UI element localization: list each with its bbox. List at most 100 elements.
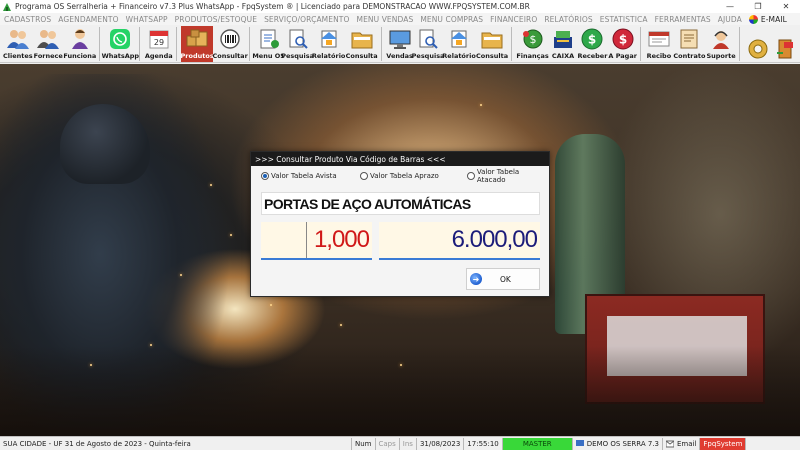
toolbar-produtos-button[interactable]: Produtos [181,26,214,62]
menu-ferramentas[interactable]: FERRAMENTAS [655,15,711,24]
radio-avista-label: Valor Tabela Avista [271,172,337,180]
spark [340,324,342,326]
toolbar-settings-button[interactable] [744,26,771,62]
menu-estatistica[interactable]: ESTATISTICA [600,15,648,24]
toolbar-pesquisa-os-button[interactable]: Pesquisa [281,26,314,62]
menu-email[interactable]: E-MAIL [748,14,787,24]
menu-relatorios[interactable]: RELATÓRIOS [544,15,592,24]
quantity-field[interactable]: 1,000 [261,222,372,260]
toolbar-consulta-vendas-label: Consulta [476,52,509,60]
status-demo: DEMO OS SERRA 7.3 [573,437,663,450]
toolbar-fornece-button[interactable]: Fornece [34,26,63,62]
toolbar-whatsapp-button[interactable]: WhatsApp [102,26,139,62]
toolbar-recibo-label: Recibo [646,52,672,60]
ok-button[interactable]: ➜ OK [466,268,540,290]
toolbar-contrato-button[interactable]: Contrato [673,26,705,62]
status-demo-label: DEMO OS SERRA 7.3 [586,439,659,448]
monitor-icon [575,439,584,446]
toolbar-fornece-label: Fornece [33,52,63,60]
employees-icon [68,28,92,50]
gear-icon [746,38,770,60]
status-bar: SUA CIDADE - UF 31 de Agosto de 2023 - Q… [0,436,800,450]
search-document-icon [286,28,310,50]
toolbar-suporte-label: Suporte [706,52,736,60]
radio-aprazo[interactable]: Valor Tabela Aprazo [360,172,439,180]
boxes-icon [185,28,209,50]
toolbar-vendas-button[interactable]: Vendas [386,26,413,62]
menu-email-label: E-MAIL [760,14,787,24]
barcode-scanner-icon [218,28,242,50]
spark [210,184,212,186]
radio-atacado[interactable]: Valor Tabela Atacado [467,168,549,184]
toolbar-consulta-vendas-button[interactable]: Consulta [476,26,508,62]
minimize-button[interactable]: — [716,0,744,13]
maximize-button[interactable]: ❐ [744,0,772,13]
toolbar-exit-button[interactable] [772,26,799,62]
toolbar-financas-button[interactable]: $ Finanças [516,26,549,62]
svg-text:$: $ [529,33,536,46]
status-email-label: Email [676,439,697,448]
product-name-field: PORTAS DE AÇO AUTOMÁTICAS [261,192,540,215]
status-caps: Caps [376,437,400,450]
spark [400,364,402,366]
toolbar-caixa-button[interactable]: CAIXA [550,26,577,62]
toolbar-vendas-label: Vendas [386,52,413,60]
toolbar-menu-os-button[interactable]: Menu OS [252,26,285,62]
radio-atacado-label: Valor Tabela Atacado [476,168,520,184]
radio-atacado-indicator [467,172,475,180]
toolbar-recibo-button[interactable]: Recibo [645,26,672,62]
svg-text:$: $ [588,33,596,47]
menu-bar: CADASTROS AGENDAMENTO WHATSAPP PRODUTOS/… [0,13,800,25]
toolbar-separator [738,27,743,61]
menu-produtos-estoque[interactable]: PRODUTOS/ESTOQUE [175,15,257,24]
report-icon [317,28,341,50]
spark [270,304,272,306]
menu-compras[interactable]: MENU COMPRAS [420,15,483,24]
radio-avista[interactable]: Valor Tabela Avista [261,172,337,180]
status-ins: Ins [400,437,417,450]
toolbar-suporte-button[interactable]: Suporte [706,26,736,62]
ok-button-label: OK [500,274,511,284]
radio-aprazo-indicator [360,172,368,180]
monitor-icon [388,28,412,50]
toolbar: Clientes Fornece Funciona WhatsApp 29 Ag… [0,25,800,63]
title-bar: Programa OS Serralheria + Financeiro v7.… [0,0,800,13]
price-table-radio-group: Valor Tabela Avista Valor Tabela Aprazo … [251,166,549,186]
ok-arrow-icon: ➜ [470,273,482,285]
toolbar-agenda-button[interactable]: 29 Agenda [145,26,173,62]
receive-money-icon: $ [580,28,604,50]
close-button[interactable]: ✕ [772,0,800,13]
price-value: 6.000,00 [451,226,538,253]
toolbar-apagar-button[interactable]: $ A Pagar [608,26,637,62]
status-num: Num [352,437,376,450]
menu-vendas[interactable]: MENU VENDAS [357,15,414,24]
whatsapp-icon [108,28,132,50]
suppliers-icon [36,28,60,50]
toolbar-consultar-button[interactable]: Consultar [212,26,248,62]
toolbar-clientes-button[interactable]: Clientes [3,26,33,62]
spark [90,364,92,366]
menu-agendamento[interactable]: AGENDAMENTO [58,15,118,24]
status-date: 31/08/2023 [417,437,465,450]
toolbar-relatorio-os-button[interactable]: Relatório [312,26,345,62]
toolbar-relatorio-vendas-label: Relatório [442,52,476,60]
status-email[interactable]: Email [663,437,701,450]
barcode-lookup-dialog: >>> Consultar Produto Via Código de Barr… [250,151,550,297]
menu-ajuda[interactable]: AJUDA [718,15,742,24]
menu-cadastros[interactable]: CADASTROS [4,15,51,24]
folder-icon [350,28,374,50]
folder-icon [480,28,504,50]
toolbar-receber-button[interactable]: $ Receber [577,26,607,62]
toolbar-pesquisa-vendas-button[interactable]: Pesquisa [412,26,444,62]
menu-servico-orcamento[interactable]: SERVIÇO/ORÇAMENTO [264,15,349,24]
menu-whatsapp[interactable]: WHATSAPP [126,15,168,24]
status-brand[interactable]: FpqSystem [700,437,747,450]
toolbar-relatorio-vendas-button[interactable]: Relatório [442,26,476,62]
calendar-day: 29 [154,38,164,47]
radio-avista-indicator [261,172,269,180]
toolbar-funciona-button[interactable]: Funciona [63,26,96,62]
menu-financeiro[interactable]: FINANCEIRO [490,15,537,24]
toolbar-menu-os-label: Menu OS [252,52,285,60]
report-icon [447,28,471,50]
toolbar-consulta-os-button[interactable]: Consulta [346,26,378,62]
